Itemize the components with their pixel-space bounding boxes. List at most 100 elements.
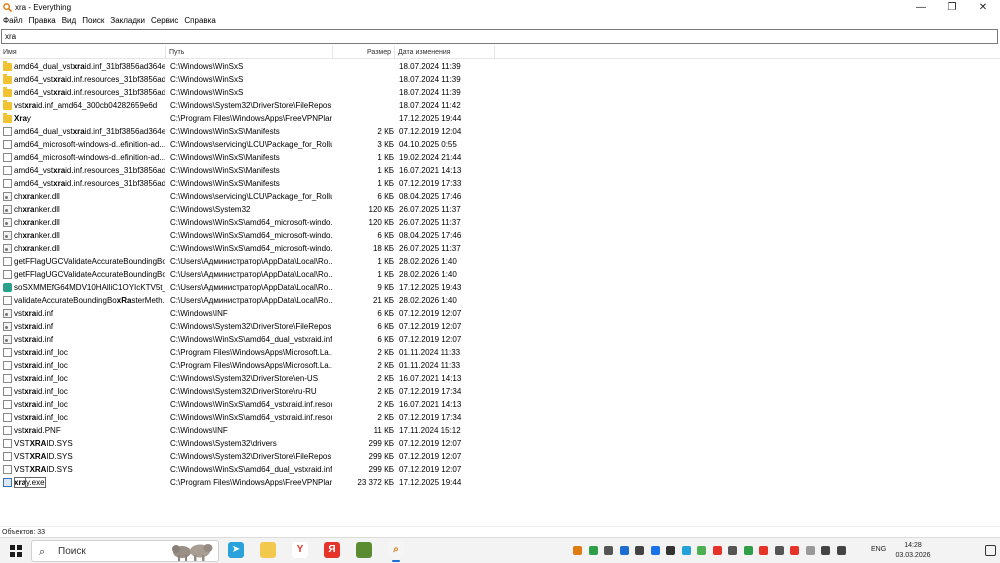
tray-app-icon[interactable]: [619, 546, 629, 555]
result-name: getFFlagUGCValidateAccurateBoundingBo...: [14, 270, 165, 279]
result-row[interactable]: vstxraid.inf C:\Windows\INF 6 КБ 07.12.2019…: [0, 307, 1000, 320]
result-date: 28.02.2026 1:40: [399, 257, 457, 266]
column-header-size[interactable]: Размер: [333, 46, 395, 59]
tray-app-icon[interactable]: [666, 546, 675, 555]
tray-app-icon[interactable]: [790, 546, 799, 555]
result-row[interactable]: getFFlagUGCValidateAccurateBoundingBo...…: [0, 255, 1000, 268]
result-name: validateAccurateBoundingBoxRasterMeth...: [14, 296, 165, 305]
tray-app-icon[interactable]: [774, 546, 784, 555]
column-header-path[interactable]: Путь: [166, 46, 333, 59]
result-row[interactable]: chxranker.dll C:\Windows\WinSxS\amd64_mic…: [0, 229, 1000, 242]
menu-file[interactable]: Файл: [0, 15, 26, 27]
tray-app-icon[interactable]: [681, 546, 691, 555]
file-explorer-icon[interactable]: [260, 542, 276, 558]
result-row[interactable]: amd64_vstxraid.inf.resources_31bf3856ad.…: [0, 177, 1000, 190]
result-date: 07.12.2019 12:07: [399, 452, 462, 461]
result-name: chxranker.dll: [14, 205, 60, 214]
maximize-button[interactable]: ❐: [937, 0, 967, 15]
taskbar-search-box[interactable]: ⌕ Поиск: [31, 540, 219, 562]
result-row[interactable]: chxranker.dll C:\Windows\WinSxS\amd64_mic…: [0, 216, 1000, 229]
tray-app-icon[interactable]: [728, 546, 737, 555]
tray-app-icon[interactable]: [821, 546, 830, 555]
result-row[interactable]: chxranker.dll C:\Windows\System32 120 КБ 26…: [0, 203, 1000, 216]
result-row[interactable]: chxranker.dll C:\Windows\WinSxS\amd64_mic…: [0, 242, 1000, 255]
result-row[interactable]: amd64_vstxraid.inf.resources_31bf3856ad.…: [0, 164, 1000, 177]
result-row[interactable]: getFFlagUGCValidateAccurateBoundingBo...…: [0, 268, 1000, 281]
tray-app-icon[interactable]: [573, 546, 582, 555]
column-header-date[interactable]: Дата изменения: [395, 46, 495, 59]
result-row[interactable]: validateAccurateBoundingBoxRasterMeth...…: [0, 294, 1000, 307]
menu-edit[interactable]: Правка: [26, 15, 59, 27]
everything-icon[interactable]: ⌕: [388, 542, 404, 562]
tray-app-icon[interactable]: [712, 546, 722, 555]
result-row[interactable]: amd64_dual_vstxraid.inf_31bf3856ad364e..…: [0, 125, 1000, 138]
yandex-icon[interactable]: Я: [324, 542, 340, 558]
tray-app-icon[interactable]: [805, 546, 815, 555]
result-row[interactable]: vstxraid.inf_loc C:\Program Files\Windows…: [0, 346, 1000, 359]
search-input[interactable]: [2, 30, 997, 43]
tray-app-icon[interactable]: [743, 546, 753, 555]
result-row[interactable]: xray.exe C:\Program Files\WindowsApps\Fre…: [0, 476, 1000, 489]
result-date: 01.11.2024 11:33: [399, 348, 461, 357]
result-row[interactable]: vstxraid.inf C:\Windows\System32\DriverSt…: [0, 320, 1000, 333]
result-row[interactable]: Xray C:\Program Files\WindowsApps\FreeVPN…: [0, 112, 1000, 125]
status-bar: Объектов: 33: [0, 526, 1000, 537]
tray-app-icon[interactable]: [650, 546, 660, 555]
dll-file-icon: [3, 309, 12, 318]
result-row[interactable]: amd64_dual_vstxraid.inf_31bf3856ad364e..…: [0, 60, 1000, 73]
tray-app-icon[interactable]: [588, 546, 598, 555]
result-size: 1 КБ: [377, 270, 394, 279]
result-row[interactable]: vstxraid.inf_loc C:\Windows\WinSxS\amd64_…: [0, 398, 1000, 411]
tray-app-icon[interactable]: [836, 546, 846, 555]
result-name: vstxraid.inf_loc: [14, 400, 68, 409]
result-name: vstxraid.inf_loc: [14, 348, 68, 357]
result-row[interactable]: VSTXRAID.SYS C:\Windows\WinSxS\amd64_dual…: [0, 463, 1000, 476]
language-indicator[interactable]: ENG: [871, 546, 886, 553]
folder-icon: [3, 100, 12, 110]
menu-bookmarks[interactable]: Закладки: [107, 15, 148, 27]
result-path: C:\Windows\System32\DriverStore\ru-RU: [170, 387, 317, 396]
tray-app-icon[interactable]: [604, 546, 613, 555]
file-icon: [3, 296, 12, 305]
minecraft-icon[interactable]: [356, 542, 372, 558]
clock[interactable]: 14:28 03.03.2026: [893, 541, 933, 561]
result-row[interactable]: vstxraid.inf_loc C:\Program Files\Windows…: [0, 359, 1000, 372]
result-date: 07.12.2019 12:07: [399, 322, 462, 331]
menu-search[interactable]: Поиск: [79, 15, 107, 27]
column-header-name[interactable]: Имя: [0, 46, 166, 59]
close-button[interactable]: ✕: [968, 0, 998, 15]
menu-tools[interactable]: Сервис: [148, 15, 181, 27]
yandex-browser-icon[interactable]: Y: [292, 542, 308, 558]
result-row[interactable]: vstxraid.inf_loc C:\Windows\WinSxS\amd64_…: [0, 411, 1000, 424]
notifications-icon[interactable]: [985, 545, 996, 556]
tray-app-icon[interactable]: [635, 546, 644, 555]
result-row[interactable]: vstxraid.inf C:\Windows\WinSxS\amd64_dual…: [0, 333, 1000, 346]
file-icon: [3, 348, 12, 357]
menu-help[interactable]: Справка: [181, 15, 218, 27]
result-row[interactable]: VSTXRAID.SYS C:\Windows\System32\drivers 2…: [0, 437, 1000, 450]
result-row[interactable]: amd64_microsoft-windows-d..efinition-ad.…: [0, 151, 1000, 164]
result-path: C:\Windows\System32\DriverStore\FileRepo…: [170, 452, 332, 461]
menu-view[interactable]: Вид: [59, 15, 79, 27]
result-row[interactable]: vstxraid.inf_amd64_300cb04282659e6d C:\Wi…: [0, 99, 1000, 112]
everything-app-icon: [3, 3, 12, 12]
result-row[interactable]: soSXMMEfG64MDV10HAlliC1OYIcKTV5t_Z... C:\…: [0, 281, 1000, 294]
result-path: C:\Users\Администратор\AppData\Local\Ro.…: [170, 270, 332, 279]
result-row[interactable]: vstxraid.PNF C:\Windows\INF 11 КБ 17.11.202…: [0, 424, 1000, 437]
object-count: Объектов: 33: [2, 529, 46, 536]
result-row[interactable]: vstxraid.inf_loc C:\Windows\System32\Driv…: [0, 385, 1000, 398]
result-size: 2 КБ: [377, 348, 394, 357]
minimize-button[interactable]: —: [906, 0, 936, 15]
start-button[interactable]: [10, 545, 22, 557]
result-row[interactable]: VSTXRAID.SYS C:\Windows\System32\DriverSt…: [0, 450, 1000, 463]
result-path: C:\Windows\WinSxS\Manifests: [170, 153, 280, 162]
tray-app-icon[interactable]: [759, 546, 768, 555]
result-row[interactable]: amd64_vstxraid.inf.resources_31bf3856ad.…: [0, 86, 1000, 99]
result-row[interactable]: amd64_microsoft-windows-d..efinition-ad.…: [0, 138, 1000, 151]
telegram-icon[interactable]: ➤: [228, 542, 244, 558]
result-row[interactable]: vstxraid.inf_loc C:\Windows\System32\Driv…: [0, 372, 1000, 385]
result-name: amd64_dual_vstxraid.inf_31bf3856ad364e..…: [14, 62, 165, 71]
result-row[interactable]: chxranker.dll C:\Windows\servicing\LCU\Pa…: [0, 190, 1000, 203]
tray-app-icon[interactable]: [697, 546, 706, 555]
result-row[interactable]: amd64_vstxraid.inf.resources_31bf3856ad.…: [0, 73, 1000, 86]
